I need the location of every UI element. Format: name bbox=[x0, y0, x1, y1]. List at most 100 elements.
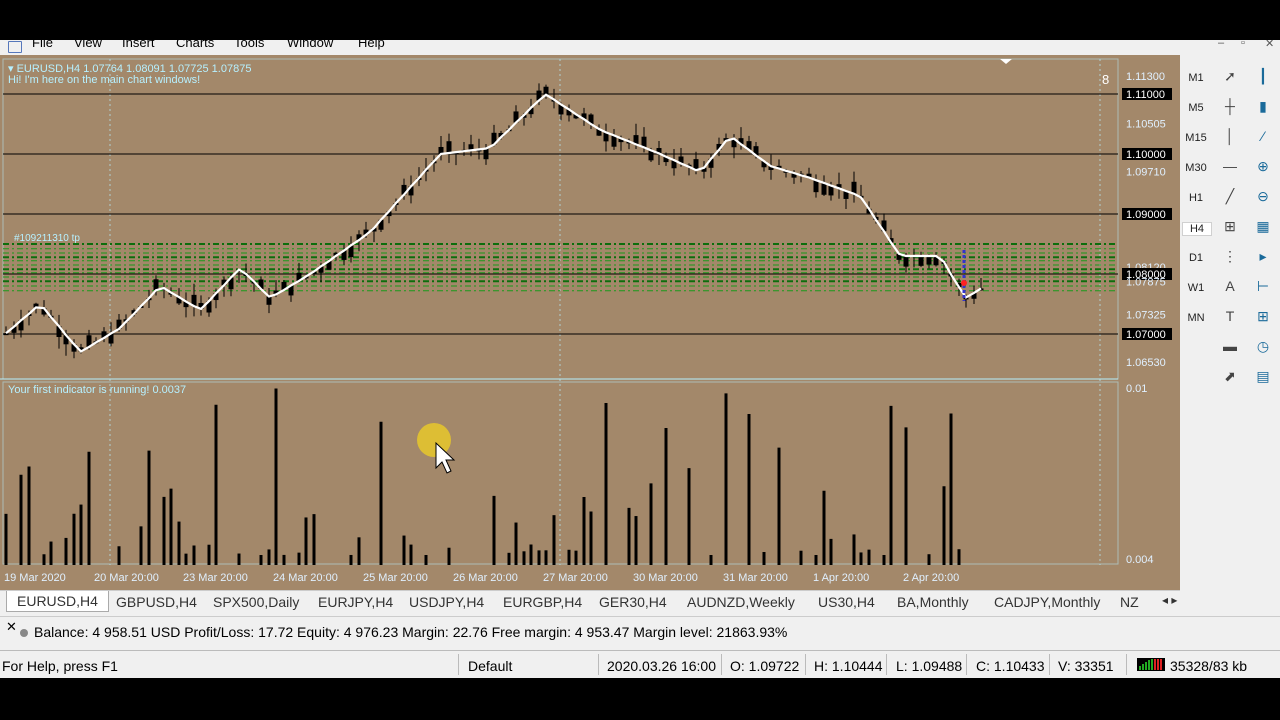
menu-charts[interactable]: Charts bbox=[176, 40, 214, 50]
status-dot-icon bbox=[20, 629, 28, 637]
time-label-9: 1 Apr 20:00 bbox=[813, 572, 869, 584]
chart-tabs: EURUSD,H4 GBPUSD,H4 SPX500,Daily EURJPY,… bbox=[0, 590, 1180, 617]
timeframe-m1[interactable]: M1 bbox=[1182, 72, 1210, 84]
price-label-9: 1.07325 bbox=[1126, 310, 1166, 322]
timeframe-m30[interactable]: M30 bbox=[1182, 162, 1210, 174]
tab-eurgbp-h4[interactable]: EURGBP,H4 bbox=[503, 594, 582, 610]
zoom-in-icon[interactable]: ⊕ bbox=[1253, 158, 1273, 175]
price-label-3: 1.10000 bbox=[1126, 149, 1166, 161]
corner-number: 8 bbox=[1102, 72, 1110, 87]
terminal-panel: ✕ Balance: 4 958.51 USD Profit/Loss: 17.… bbox=[0, 616, 1280, 650]
price-label-11: 1.06530 bbox=[1126, 357, 1166, 369]
timeframe-m15[interactable]: M15 bbox=[1182, 132, 1210, 144]
menu-tools[interactable]: Tools bbox=[234, 40, 264, 50]
time-label-6: 27 Mar 20:00 bbox=[543, 572, 608, 584]
status-open: O: 1.09722 bbox=[730, 658, 800, 674]
indicator-add-icon[interactable]: ⊞ bbox=[1253, 308, 1273, 325]
help-text: For Help, press F1 bbox=[2, 658, 118, 674]
candle-body bbox=[926, 256, 932, 265]
tab-usdjpy-h4[interactable]: USDJPY,H4 bbox=[409, 594, 484, 610]
menu-window[interactable]: Window bbox=[287, 40, 333, 50]
bar-chart-icon[interactable]: ┃ bbox=[1253, 68, 1273, 85]
arrow-icon[interactable]: ⬈ bbox=[1220, 368, 1240, 385]
candle-body bbox=[266, 296, 272, 305]
tabs-rest bbox=[1180, 590, 1280, 616]
indicator-label: Your first indicator is running! 0.0037 bbox=[8, 384, 187, 396]
rectangle-icon[interactable]: ▬ bbox=[1220, 338, 1240, 354]
indicator-level-top: 0.01 bbox=[1126, 383, 1147, 395]
tab-ger30-h4[interactable]: GER30,H4 bbox=[599, 594, 667, 610]
minimize-icon[interactable]: – bbox=[1218, 40, 1224, 49]
tab-audnzd-weekly[interactable]: AUDNZD,Weekly bbox=[687, 594, 795, 610]
candle-body bbox=[3, 333, 9, 336]
connection-bars-icon bbox=[1137, 658, 1165, 671]
channel-icon[interactable]: ⊞ bbox=[1220, 218, 1240, 235]
period-icon[interactable]: ◷ bbox=[1253, 338, 1273, 355]
trendline-icon[interactable]: ╱ bbox=[1220, 188, 1240, 205]
candle-body bbox=[153, 279, 159, 291]
menu-insert[interactable]: Insert bbox=[122, 40, 155, 50]
profile-name[interactable]: Default bbox=[468, 658, 512, 674]
tab-gbpusd-h4[interactable]: GBPUSD,H4 bbox=[116, 594, 197, 610]
price-label-4: 1.09710 bbox=[1126, 166, 1166, 178]
time-label-1: 20 Mar 20:00 bbox=[94, 572, 159, 584]
candle-body bbox=[918, 256, 924, 266]
cursor-icon[interactable]: ➚ bbox=[1220, 68, 1240, 85]
time-label-8: 31 Mar 20:00 bbox=[723, 572, 788, 584]
price-label-10: 1.07000 bbox=[1126, 329, 1166, 341]
line-chart-icon[interactable]: ⁄ bbox=[1253, 128, 1273, 144]
tab-spx500-daily[interactable]: SPX500,Daily bbox=[213, 594, 299, 610]
chart-shift-icon[interactable]: ⊢ bbox=[1253, 278, 1273, 295]
tab-scroll-arrows-icon[interactable]: ◂ ▸ bbox=[1162, 593, 1177, 607]
chart-window[interactable]: #109211310 tp 1.11300 1.11000 1.10505 1.1000… bbox=[0, 55, 1180, 590]
status-bar: For Help, press F1 Default 2020.03.26 16… bbox=[0, 650, 1280, 678]
tile-icon[interactable]: ▦ bbox=[1253, 218, 1273, 235]
zoom-out-icon[interactable]: ⊖ bbox=[1253, 188, 1273, 205]
menu-file[interactable]: File bbox=[32, 40, 53, 50]
price-label-1: 1.11000 bbox=[1126, 89, 1165, 101]
restore-icon[interactable]: ▫ bbox=[1241, 40, 1245, 49]
trade-marker-red bbox=[961, 280, 967, 286]
price-label-5: 1.09000 bbox=[1126, 209, 1166, 221]
chart-shift-marker-icon bbox=[1000, 59, 1012, 64]
menu-view[interactable]: View bbox=[74, 40, 102, 50]
timeframe-m5[interactable]: M5 bbox=[1182, 102, 1210, 114]
timeframe-w1[interactable]: W1 bbox=[1182, 282, 1210, 294]
fibonacci-icon[interactable]: ⋮ bbox=[1220, 248, 1240, 265]
tab-eurusd-h4[interactable]: EURUSD,H4 bbox=[6, 591, 109, 612]
price-chart[interactable]: #109211310 tp 1.11300 1.11000 1.10505 1.1000… bbox=[0, 55, 1180, 590]
timeframe-h1[interactable]: H1 bbox=[1182, 192, 1210, 204]
status-close: C: 1.10433 bbox=[976, 658, 1045, 674]
app-logo-icon bbox=[8, 41, 22, 53]
tab-ba-monthly[interactable]: BA,Monthly bbox=[897, 594, 969, 610]
timeframe-d1[interactable]: D1 bbox=[1182, 252, 1210, 264]
tab-nz[interactable]: NZ bbox=[1120, 594, 1139, 610]
tab-eurjpy-h4[interactable]: EURJPY,H4 bbox=[318, 594, 393, 610]
tab-cadjpy-monthly[interactable]: CADJPY,Monthly bbox=[994, 594, 1100, 610]
status-low: L: 1.09488 bbox=[896, 658, 963, 674]
status-traffic: 35328/83 kb bbox=[1170, 658, 1248, 674]
text-icon[interactable]: A bbox=[1220, 278, 1240, 294]
price-label-0: 1.11300 bbox=[1126, 71, 1165, 83]
price-label-2: 1.10505 bbox=[1126, 119, 1166, 131]
menu-help[interactable]: Help bbox=[358, 40, 385, 50]
time-label-5: 26 Mar 20:00 bbox=[453, 572, 518, 584]
candle-body bbox=[813, 180, 819, 193]
timeframe-mn[interactable]: MN bbox=[1182, 312, 1210, 324]
close-icon[interactable]: ✕ bbox=[1265, 40, 1274, 50]
horizontal-line-icon[interactable]: — bbox=[1220, 158, 1240, 174]
tab-us30-h4[interactable]: US30,H4 bbox=[818, 594, 875, 610]
candle-chart-icon[interactable]: ▮ bbox=[1253, 98, 1273, 115]
crosshair-icon[interactable]: ┼ bbox=[1220, 98, 1240, 114]
candle-body bbox=[483, 148, 489, 160]
label-icon[interactable]: T bbox=[1220, 308, 1240, 324]
status-high: H: 1.10444 bbox=[814, 658, 883, 674]
terminal-close-icon[interactable]: ✕ bbox=[6, 619, 17, 635]
balance-line: Balance: 4 958.51 USD Profit/Loss: 17.72… bbox=[20, 624, 787, 640]
template-icon[interactable]: ▤ bbox=[1253, 368, 1273, 385]
candle-body bbox=[903, 256, 909, 267]
timeframe-h4[interactable]: H4 bbox=[1182, 222, 1212, 236]
price-label-8: 1.07875 bbox=[1126, 277, 1166, 289]
autoscroll-icon[interactable]: ▸ bbox=[1253, 248, 1273, 265]
vertical-line-icon[interactable]: │ bbox=[1220, 128, 1240, 144]
